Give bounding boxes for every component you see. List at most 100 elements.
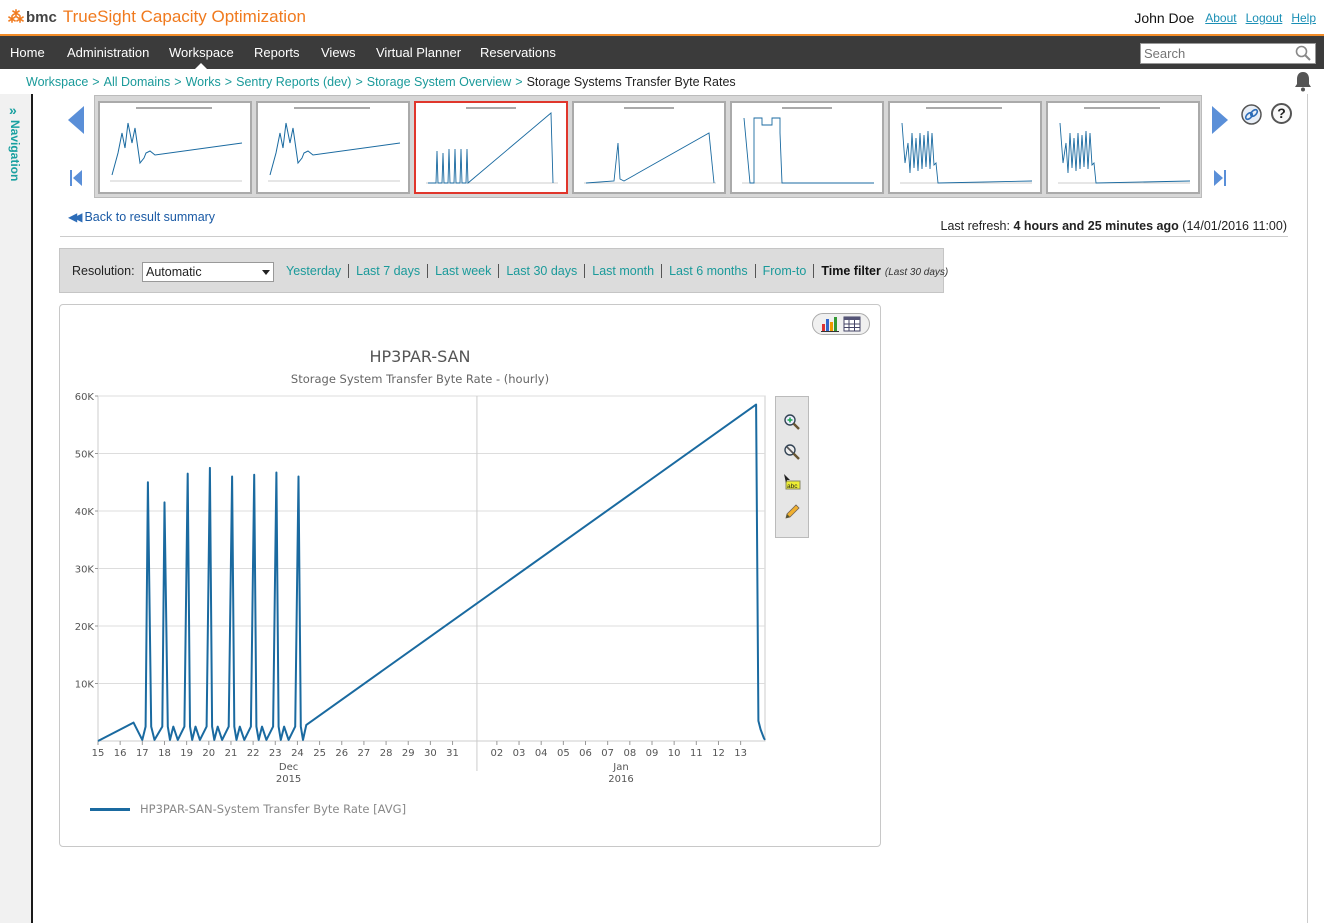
zoom-in-icon[interactable] [783,413,801,431]
filter-last-6-months[interactable]: Last 6 months [661,264,755,278]
x-year-label: 2016 [608,774,633,785]
divider [60,236,1288,237]
menu-workspace[interactable]: Workspace [169,36,234,69]
time-filter-label: Time filter (Last 30 days) [813,264,948,278]
x-year-label: 2015 [276,774,301,785]
first-page-icon[interactable] [69,168,83,188]
report-thumbnail[interactable] [98,101,252,194]
y-tick-label: 30K [75,565,95,576]
y-tick-label: 60K [75,392,95,403]
expand-navigation-icon[interactable]: » [9,102,17,118]
reset-zoom-icon[interactable] [783,443,801,461]
right-scroll-area [1307,94,1324,923]
main-menu: Home Administration Workspace Reports Vi… [0,36,1324,69]
x-tick-label: 04 [535,748,548,759]
next-arrow-icon[interactable] [1210,104,1230,136]
x-tick-label: 19 [180,748,193,759]
resolution-select[interactable]: Automatic [142,262,274,282]
back-to-summary-link[interactable]: ◀◀ Back to result summary [68,210,215,224]
breadcrumb-storage-overview[interactable]: Storage System Overview [367,75,512,89]
product-name: TrueSight Capacity Optimization [62,7,306,26]
previous-arrow-icon[interactable] [66,104,86,136]
user-area: John Doe About Logout Help [1134,10,1316,26]
x-tick-label: 09 [646,748,659,759]
filter-last-7-days[interactable]: Last 7 days [348,264,427,278]
menu-reports[interactable]: Reports [254,36,300,69]
filter-last-month[interactable]: Last month [584,264,661,278]
menu-virtual-planner[interactable]: Virtual Planner [376,36,461,69]
x-tick-label: 08 [623,748,636,759]
last-refresh-label: Last refresh: [940,219,1010,233]
x-tick-label: 02 [491,748,504,759]
y-tick-label: 10K [75,680,95,691]
report-thumbnail[interactable] [888,101,1042,194]
filter-last-week[interactable]: Last week [427,264,498,278]
line-chart[interactable]: 10K 20K 30K 40K 50K 60K 15 16 17 18 19 20 21 22 23 24 25… [60,305,880,846]
filter-yesterday[interactable]: Yesterday [286,264,348,278]
report-thumbnail[interactable] [1046,101,1200,194]
filter-from-to[interactable]: From-to [754,264,814,278]
filter-last-30-days[interactable]: Last 30 days [498,264,584,278]
x-tick-label: 25 [313,748,326,759]
about-link[interactable]: About [1205,11,1236,26]
annotate-icon[interactable]: abc [783,473,801,491]
chart-legend[interactable]: HP3PAR-SAN-System Transfer Byte Rate [AV… [90,802,406,816]
x-tick-label: 28 [380,748,393,759]
menu-administration[interactable]: Administration [67,36,149,69]
report-thumbnail-strip [94,95,1202,198]
breadcrumb-works[interactable]: Works [186,75,221,89]
breadcrumb-separator: > [92,75,100,89]
last-refresh-date: (14/01/2016 11:00) [1182,219,1287,233]
y-tick-label: 50K [75,450,95,461]
bmc-logo[interactable]: ⁂ bmc TrueSight Capacity Optimization [8,7,306,27]
svg-text:abc: abc [787,483,798,490]
logout-link[interactable]: Logout [1246,11,1283,26]
x-tick-label: 13 [734,748,747,759]
last-page-icon[interactable] [1213,168,1227,188]
chart-tool-panel: abc [775,396,809,538]
last-refresh: Last refresh: 4 hours and 25 minutes ago… [941,219,1288,233]
search-input[interactable] [1140,43,1316,64]
report-thumbnail[interactable] [256,101,410,194]
navigation-rail[interactable]: » Navigation [0,94,33,923]
report-thumbnail[interactable] [730,101,884,194]
x-tick-label: 30 [424,748,437,759]
menu-home[interactable]: Home [10,36,45,69]
breadcrumb-separator: > [515,75,523,89]
x-tick-label: 17 [136,748,149,759]
chevron-down-icon [262,270,270,275]
menu-views[interactable]: Views [321,36,355,69]
x-tick-label: 06 [579,748,592,759]
report-thumbnail[interactable] [572,101,726,194]
search-icon[interactable] [1295,45,1311,61]
x-tick-label: 05 [557,748,570,759]
x-tick-label: 11 [690,748,703,759]
navigation-label[interactable]: Navigation [8,120,22,181]
legend-label: HP3PAR-SAN-System Transfer Byte Rate [AV… [140,802,407,816]
x-tick-label: 18 [158,748,171,759]
x-tick-label: 16 [114,748,127,759]
x-tick-label: 26 [335,748,348,759]
breadcrumb-sentry-reports[interactable]: Sentry Reports (dev) [236,75,351,89]
last-refresh-value: 4 hours and 25 minutes ago [1013,219,1179,233]
help-link[interactable]: Help [1291,11,1316,26]
breadcrumb-separator: > [224,75,233,89]
report-thumbnail-selected[interactable] [414,101,568,194]
x-month-label: Dec [279,762,298,773]
notification-bell-icon[interactable] [1292,70,1314,92]
pencil-icon[interactable] [783,503,801,521]
link-icon[interactable] [1241,104,1262,125]
legend-swatch [90,807,130,811]
breadcrumb-workspace[interactable]: Workspace [26,75,88,89]
time-filter-links: Yesterday Last 7 days Last week Last 30 … [286,264,948,278]
x-tick-label: 12 [712,748,725,759]
x-tick-label: 29 [402,748,415,759]
menu-reservations[interactable]: Reservations [480,36,556,69]
breadcrumb-all-domains[interactable]: All Domains [104,75,171,89]
x-tick-label: 20 [202,748,215,759]
resolution-value: Automatic [146,265,202,279]
breadcrumb-separator: > [355,75,363,89]
bmc-mark-icon: ⁂ [8,9,24,26]
time-filter-bar: Resolution: Automatic Yesterday Last 7 d… [59,248,948,293]
help-icon[interactable]: ? [1271,103,1292,124]
